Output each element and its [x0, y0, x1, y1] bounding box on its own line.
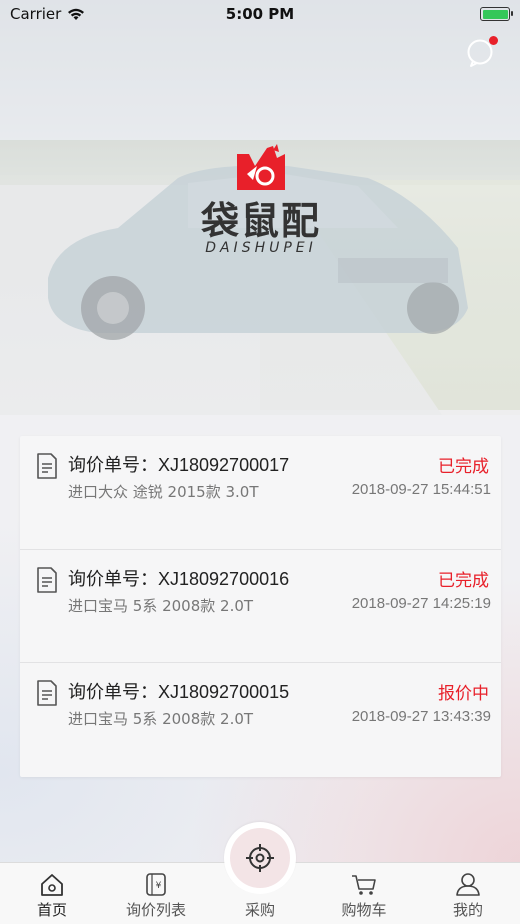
wifi-icon	[68, 8, 85, 20]
tab-cart-label: 购物车	[341, 901, 387, 919]
brand-name-en: DAISHUPEI	[205, 240, 317, 256]
brand-logo: 袋鼠配 DAISHUPEI	[186, 140, 336, 280]
status-left: Carrier	[10, 5, 85, 23]
inquiry-number: 询价单号：XJ18092700015	[68, 682, 290, 703]
tab-profile-label: 我的	[452, 901, 483, 919]
message-button[interactable]	[466, 36, 498, 68]
inquiry-car-model: 进口宝马 5系 2008款 2.0T	[68, 596, 254, 615]
inquiry-car-model: 进口大众 途锐 2015款 3.0T	[68, 483, 259, 501]
document-icon	[37, 680, 57, 706]
inquiry-car-model: 进口宝马 5系 2008款 2.0T	[68, 710, 254, 729]
inquiry-item[interactable]: 询价单号：XJ18092700017 已完成 进口大众 途锐 2015款 3.0…	[20, 436, 501, 550]
inquiry-time: 2018-09-27 14:25:19	[351, 594, 491, 612]
document-icon	[37, 566, 57, 593]
inquiry-number: 询价单号：XJ18092700017	[68, 455, 290, 475]
inquiry-list: 询价单号：XJ18092700017 已完成 进口大众 途锐 2015款 3.0…	[20, 436, 501, 777]
purchase-scan-button[interactable]	[224, 822, 296, 894]
tab-home[interactable]: 首页	[0, 863, 104, 924]
tab-profile[interactable]: 我的	[416, 863, 520, 924]
home-icon	[41, 874, 63, 896]
inquiry-item[interactable]: 询价单号：XJ18092700015 报价中 进口宝马 5系 2008款 2.0…	[20, 663, 501, 777]
status-bar: Carrier 5:00 PM	[0, 0, 520, 28]
document-icon	[37, 453, 57, 479]
battery-icon	[480, 7, 513, 21]
scan-button-inner	[230, 828, 290, 888]
brand-name-cn: 袋鼠配	[200, 199, 321, 243]
tab-purchase-label: 采购	[244, 901, 275, 919]
status-time: 5:00 PM	[225, 5, 295, 23]
svg-text:¥: ¥	[156, 881, 162, 891]
unread-dot	[489, 36, 498, 45]
inquiry-status: 已完成	[438, 570, 489, 591]
kangaroo-logo-icon	[237, 144, 285, 190]
profile-icon	[456, 873, 480, 896]
inquiry-status: 已完成	[438, 457, 489, 477]
scan-target-icon	[246, 844, 274, 872]
inquiry-status: 报价中	[438, 684, 489, 705]
inquiry-item[interactable]: 询价单号：XJ18092700016 已完成 进口宝马 5系 2008款 2.0…	[20, 550, 501, 664]
tab-home-label: 首页	[36, 901, 67, 919]
tab-quote-list[interactable]: ¥ 询价列表	[104, 863, 208, 924]
battery-level	[482, 9, 508, 19]
quote-list-icon: ¥	[146, 873, 166, 896]
inquiry-number: 询价单号：XJ18092700016	[68, 568, 290, 589]
tab-quote-list-label: 询价列表	[125, 901, 186, 919]
cart-icon	[352, 875, 376, 895]
carrier-label: Carrier	[10, 5, 62, 23]
tab-cart[interactable]: 购物车	[312, 863, 416, 924]
inquiry-time: 2018-09-27 15:44:51	[351, 481, 491, 498]
inquiry-time: 2018-09-27 13:43:39	[351, 708, 491, 726]
